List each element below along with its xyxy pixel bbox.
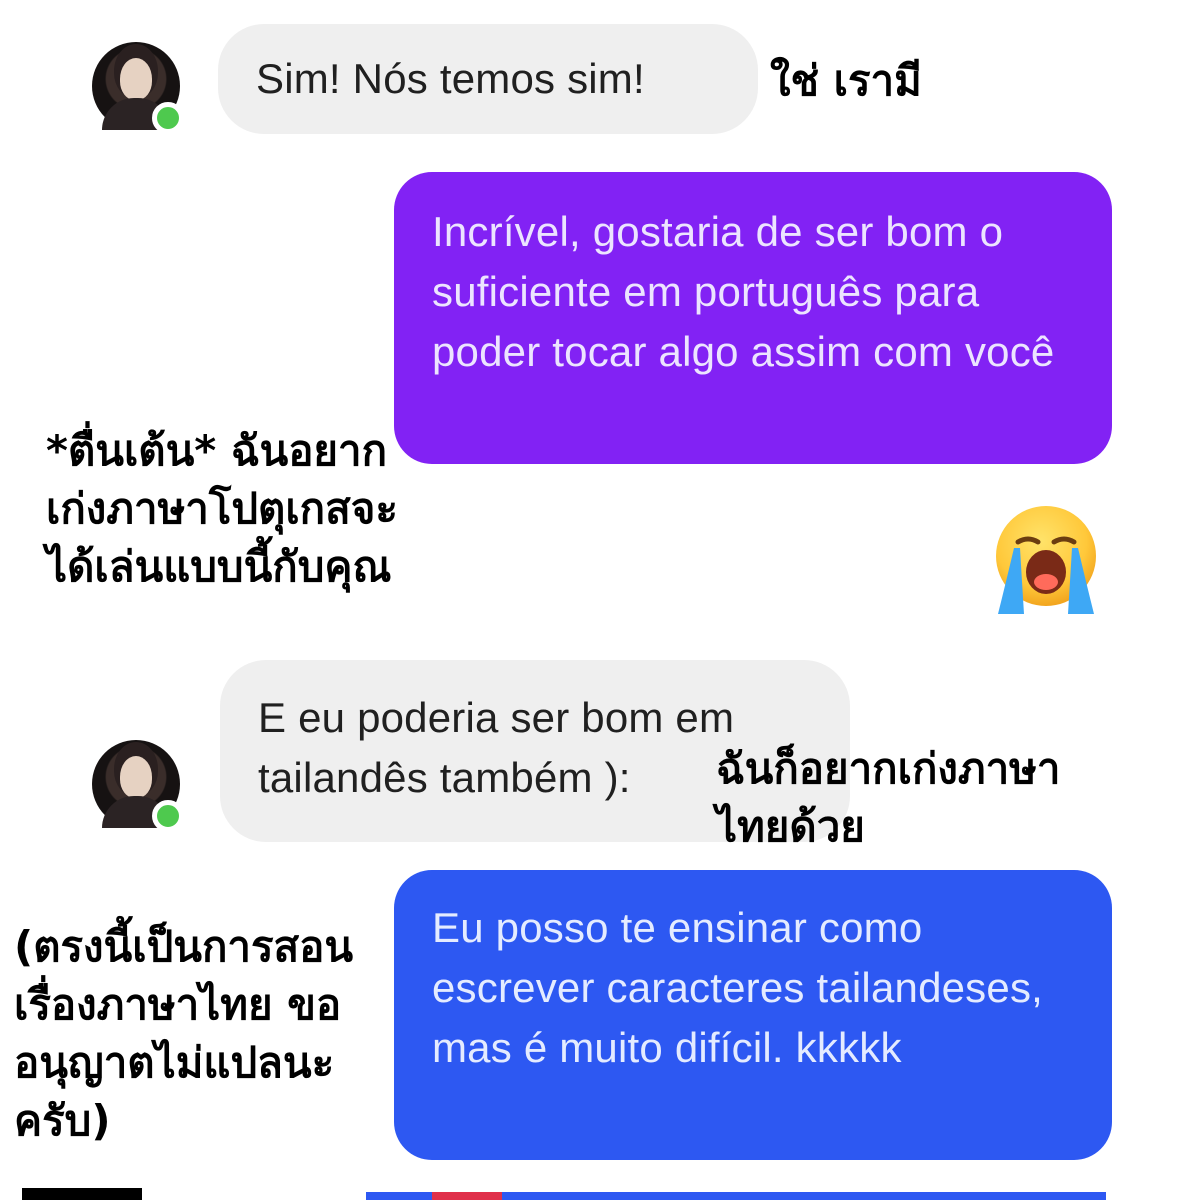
message-text: Sim! Nós temos sim! <box>256 55 645 102</box>
next-message-accent <box>432 1192 502 1200</box>
next-note-edge <box>22 1188 142 1200</box>
online-status-dot-icon <box>152 102 184 134</box>
contact-avatar[interactable] <box>92 740 184 832</box>
received-message-bubble[interactable]: Sim! Nós temos sim! <box>218 24 758 134</box>
online-status-dot-icon <box>152 800 184 832</box>
avatar-face <box>120 58 152 100</box>
loudly-crying-face-emoji-icon <box>996 506 1096 614</box>
contact-avatar[interactable] <box>92 42 184 134</box>
sent-message-bubble[interactable]: Eu posso te ensinar como escrever caract… <box>394 870 1112 1160</box>
message-text: Eu posso te ensinar como escrever caract… <box>432 904 1044 1071</box>
message-text: Incrível, gostaria de ser bom o suficien… <box>432 208 1055 375</box>
translation-note: (ตรงนี้เป็นการสอน เรื่องภาษาไทย ขอ อนุญา… <box>14 922 354 1145</box>
message-text: E eu poderia ser bom em tailandês também… <box>258 694 735 801</box>
translation-note: ใช่ เรามี <box>770 56 922 105</box>
avatar-face <box>120 756 152 798</box>
translation-note: ฉันก็อยากเก่งภาษา ไทยด้วย <box>716 744 1061 851</box>
sent-message-bubble[interactable]: Incrível, gostaria de ser bom o suficien… <box>394 172 1112 464</box>
translation-note: *ตื่นเต้น* ฉันอยาก เก่งภาษาโปตุเกสจะ ได้… <box>46 426 398 591</box>
